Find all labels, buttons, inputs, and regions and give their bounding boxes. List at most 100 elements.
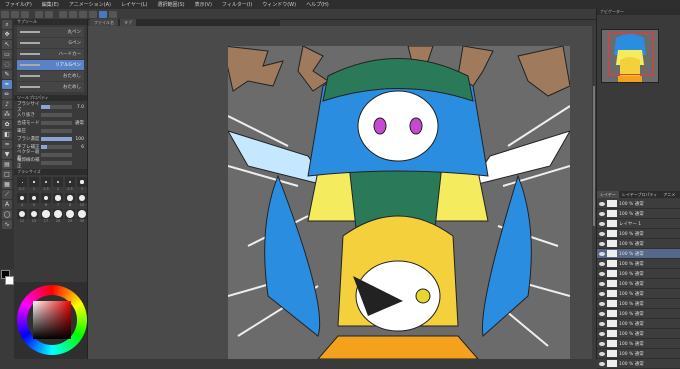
subtool-item[interactable]: おためし — [17, 71, 84, 81]
document-tab[interactable]: ファイル名 — [90, 19, 118, 26]
redo-icon[interactable] — [45, 10, 53, 18]
subtool-item[interactable]: ハードカー — [17, 49, 84, 59]
zoom-tool-icon[interactable]: ⌕ — [2, 20, 12, 29]
brush-size-preset[interactable]: 3 — [77, 177, 87, 191]
lasso-tool-icon[interactable]: ◌ — [2, 60, 12, 69]
eye-icon[interactable] — [599, 211, 605, 216]
eye-icon[interactable] — [599, 201, 605, 206]
subtool-item[interactable]: 丸ペン — [17, 27, 84, 37]
navigator-view-rect[interactable] — [608, 33, 654, 75]
brush-size-preset[interactable]: 10 — [77, 193, 87, 207]
property-slider[interactable] — [41, 121, 72, 125]
subtool-item[interactable]: Gペン — [17, 38, 84, 48]
navigator-thumbnail[interactable] — [601, 29, 659, 83]
eye-icon[interactable] — [599, 341, 605, 346]
line-correction-tool-icon[interactable]: ∿ — [2, 220, 12, 229]
brush-size-preset[interactable]: 17 — [41, 209, 51, 223]
property-row[interactable]: 入り抜き — [17, 111, 84, 119]
layer-row[interactable]: 100 % 通常 — [597, 249, 680, 259]
new-file-icon[interactable] — [1, 10, 9, 18]
open-file-icon[interactable] — [11, 10, 19, 18]
eye-icon[interactable] — [599, 271, 605, 276]
brush-size-preset[interactable]: 7 — [53, 193, 63, 207]
canvas-area[interactable] — [88, 26, 596, 359]
layer-row[interactable]: 100 % 通常 — [597, 269, 680, 279]
brush-size-preset[interactable]: 20 — [53, 209, 63, 223]
layer-row[interactable]: 100 % 通常 — [597, 299, 680, 309]
eye-icon[interactable] — [599, 311, 605, 316]
layer-row[interactable]: 100 % 通常 — [597, 289, 680, 299]
hue-ring[interactable] — [17, 285, 87, 355]
brush-tool-icon[interactable]: ♪ — [2, 100, 12, 109]
brush-size-preset[interactable]: 30 — [77, 209, 87, 223]
transform-icon[interactable] — [69, 10, 77, 18]
brush-size-preset[interactable]: 8 — [65, 193, 75, 207]
document-tab[interactable]: タブ — [120, 19, 136, 26]
property-row[interactable]: 筆圧 — [17, 127, 84, 135]
layer-row[interactable]: 100 % 通常 — [597, 349, 680, 359]
property-slider[interactable] — [41, 137, 72, 141]
layer-row[interactable]: 100 % 通常 — [597, 199, 680, 209]
eye-icon[interactable] — [599, 321, 605, 326]
brush-size-preset[interactable]: 1.5 — [41, 177, 51, 191]
eye-icon[interactable] — [599, 221, 605, 226]
layer-row[interactable]: 100 % 通常 — [597, 259, 680, 269]
eye-icon[interactable] — [599, 331, 605, 336]
brush-size-preset[interactable]: 12 — [17, 209, 27, 223]
frame-tool-icon[interactable]: ▦ — [2, 180, 12, 189]
brush-size-preset[interactable]: 5 — [29, 193, 39, 207]
menu-item[interactable]: レイヤー(L) — [116, 1, 153, 8]
menu-item[interactable]: ウィンドウ(W) — [257, 1, 301, 8]
blend-tool-icon[interactable]: ≈ — [2, 140, 12, 149]
panel-tab[interactable]: アニメ — [660, 191, 678, 198]
property-row[interactable]: ブラシサイズ 7.0 — [17, 102, 84, 113]
brush-size-preset[interactable]: 6 — [41, 193, 51, 207]
eye-icon[interactable] — [599, 251, 605, 256]
selection-tool-icon[interactable]: ▭ — [2, 50, 12, 59]
brush-size-preset[interactable]: 2 — [53, 177, 63, 191]
snap-icon[interactable] — [99, 10, 107, 18]
eyedropper-tool-icon[interactable]: ✎ — [2, 70, 12, 79]
operation-tool-icon[interactable]: ↖ — [2, 40, 12, 49]
saturation-value-square[interactable] — [33, 301, 71, 339]
layer-row[interactable]: 100 % 通常 — [597, 319, 680, 329]
clear-icon[interactable] — [59, 10, 67, 18]
brush-size-preset[interactable]: 0.7 — [17, 177, 27, 191]
save-icon[interactable] — [21, 10, 29, 18]
eye-icon[interactable] — [599, 361, 605, 366]
eraser-tool-icon[interactable]: ◧ — [2, 130, 12, 139]
layer-row[interactable]: 100 % 通常 — [597, 239, 680, 249]
brush-size-preset[interactable]: 2.5 — [65, 177, 75, 191]
layer-row[interactable]: 100 % 通常 — [597, 329, 680, 339]
fill-tool-icon[interactable]: ▼ — [2, 150, 12, 159]
brush-size-preset[interactable]: 1 — [29, 177, 39, 191]
sub-color-chip[interactable] — [5, 276, 14, 285]
layer-row[interactable]: レイヤー 1 — [597, 219, 680, 229]
balloon-tool-icon[interactable]: ◯ — [2, 210, 12, 219]
move-tool-icon[interactable]: ✥ — [2, 30, 12, 39]
brush-size-preset[interactable]: 4 — [17, 193, 27, 207]
ruler-icon[interactable] — [109, 10, 117, 18]
panel-tab[interactable]: レイヤープロパティ — [619, 191, 660, 198]
layer-row[interactable]: 100 % 通常 — [597, 279, 680, 289]
airbrush-tool-icon[interactable]: ⁂ — [2, 110, 12, 119]
property-row[interactable]: 輪郭線の補正 — [17, 158, 84, 169]
gradient-tool-icon[interactable]: ▤ — [2, 160, 12, 169]
subtool-item[interactable]: リアルGペン — [17, 60, 84, 70]
property-slider[interactable] — [41, 153, 72, 157]
eye-icon[interactable] — [599, 351, 605, 356]
property-row[interactable]: 合成モード 通常 — [17, 119, 84, 127]
eye-icon[interactable] — [599, 291, 605, 296]
panel-tab[interactable]: レイヤー — [597, 191, 619, 198]
property-slider[interactable] — [41, 113, 72, 117]
menu-item[interactable]: ファイル(F) — [0, 1, 37, 8]
layer-row[interactable]: 100 % 通常 — [597, 229, 680, 239]
subtool-item[interactable]: おためし — [17, 82, 84, 92]
menu-item[interactable]: 選択範囲(S) — [153, 1, 190, 8]
eye-icon[interactable] — [599, 281, 605, 286]
brush-size-preset[interactable]: 15 — [29, 209, 39, 223]
layer-row[interactable]: 100 % 通常 — [597, 309, 680, 319]
menu-item[interactable]: 表示(V) — [190, 1, 217, 8]
layer-row[interactable]: 100 % 通常 — [597, 339, 680, 349]
menu-item[interactable]: ヘルプ(H) — [301, 1, 334, 8]
